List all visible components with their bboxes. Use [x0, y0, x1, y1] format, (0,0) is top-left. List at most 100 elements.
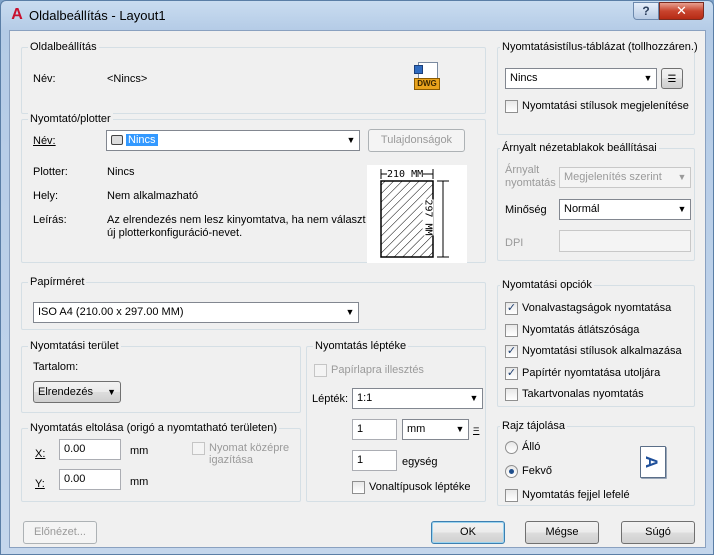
plot-option-checkbox[interactable]: Takartvonalas nyomtatás: [505, 388, 644, 401]
plot-scale-legend: Nyomtatás léptéke: [313, 340, 409, 352]
chevron-down-icon: ▼: [455, 424, 465, 434]
plot-option-label: Vonalvastagságok nyomtatása: [522, 302, 672, 314]
content-dropdown[interactable]: Elrendezés ▼: [33, 381, 121, 403]
chevron-down-icon: ▼: [643, 73, 653, 83]
radio-icon: [505, 441, 518, 454]
checkbox-icon: [352, 481, 365, 494]
content-label: Tartalom:: [33, 361, 79, 373]
ok-button[interactable]: OK: [431, 521, 505, 544]
fit-to-paper-label: Papírlapra illesztés: [331, 364, 424, 376]
plotter-value: Nincs: [107, 166, 135, 178]
plot-option-label: Nyomtatási stílusok alkalmazása: [522, 345, 682, 357]
dpi-label: DPI: [505, 237, 524, 249]
description-label: Leírás:: [33, 214, 67, 226]
plot-options-group: Nyomtatási opciók ✓ Vonalvastagságok nyom…: [497, 279, 695, 407]
landscape-radio[interactable]: Fekvő: [505, 465, 552, 478]
offset-y-input[interactable]: 0.00: [59, 469, 121, 490]
location-value: Nem alkalmazható: [107, 190, 199, 202]
location-label: Hely:: [33, 190, 59, 202]
scale-combo[interactable]: 1:1 ▼: [352, 388, 483, 409]
close-button[interactable]: ✕: [659, 2, 704, 20]
center-plot-label-line2: igazítása: [209, 454, 254, 466]
preview-width-label: 210 MM: [387, 169, 424, 180]
description-line2: új plotterkonfiguráció-nevet.: [107, 227, 243, 239]
offset-x-unit: mm: [130, 445, 149, 457]
offset-x-input[interactable]: 0.00: [59, 439, 121, 460]
checkbox-icon: [192, 442, 205, 455]
dialog-client: Oldalbeállítás Név: <Nincs> DWG Nyomtató…: [9, 30, 706, 548]
plotter-group: Nyomtató/plotter Név: Nincs ▼ Tulajdonsá…: [21, 113, 486, 263]
plotter-name-combo[interactable]: Nincs ▼: [106, 130, 360, 151]
upside-down-checkbox[interactable]: Nyomtatás fejjel lefelé: [505, 489, 630, 502]
edit-plot-style-button[interactable]: ☰: [661, 68, 683, 89]
plotter-legend: Nyomtató/plotter: [28, 113, 113, 125]
plot-offset-group: Nyomtatás eltolása (origó a nyomtatható …: [21, 422, 301, 502]
scale-lineweights-label: Vonaltípusok léptéke: [369, 481, 471, 493]
page-setup-name-value: <Nincs>: [107, 73, 148, 85]
window-title: Oldalbeállítás - Layout1: [29, 8, 166, 23]
printer-icon: [111, 135, 123, 146]
scale-lineweights-checkbox[interactable]: Vonaltípusok léptéke: [352, 481, 471, 494]
title-bar[interactable]: A Oldalbeállítás - Layout1 ? ✕: [1, 1, 713, 29]
scale-unit-value: mm: [407, 423, 426, 435]
dwg-file-icon[interactable]: DWG: [414, 62, 440, 94]
scale-unit-combo[interactable]: mm ▼: [402, 419, 469, 440]
shade-plot-combo[interactable]: Megjelenítés szerint ▼: [559, 167, 691, 188]
show-plot-styles-checkbox[interactable]: Nyomtatási stílusok megjelenítése: [505, 100, 689, 113]
checkbox-icon: [505, 100, 518, 113]
quality-label: Minőség: [505, 204, 547, 216]
paper-size-combo[interactable]: ISO A4 (210.00 x 297.00 MM) ▼: [33, 302, 359, 323]
plot-offset-legend: Nyomtatás eltolása (origó a nyomtatható …: [28, 422, 280, 434]
drawing-orientation-legend: Rajz tájolása: [500, 420, 567, 432]
preview-height-label: 297 MM: [422, 199, 434, 236]
plot-style-table-legend: Nyomtatásistílus-táblázat (tollhozzáren.…: [500, 41, 700, 53]
cancel-button[interactable]: Mégse: [525, 521, 599, 544]
scale-numerator-input[interactable]: 1: [352, 419, 397, 440]
offset-x-label: X:: [35, 448, 46, 460]
radio-selected-icon: [505, 465, 518, 478]
dpi-input[interactable]: [559, 230, 691, 252]
plot-option-checkbox[interactable]: ✓ Nyomtatási stílusok alkalmazása: [505, 345, 682, 358]
chevron-down-icon: ▼: [677, 172, 687, 182]
checkbox-icon: [505, 489, 518, 502]
paper-preview: 210 MM 297 MM: [367, 165, 467, 263]
quality-combo[interactable]: Normál ▼: [559, 199, 691, 220]
help-title-button[interactable]: ?: [633, 2, 659, 20]
plot-style-table-group: Nyomtatásistílus-táblázat (tollhozzáren.…: [497, 41, 700, 135]
page-setup-legend: Oldalbeállítás: [28, 41, 99, 53]
chevron-down-icon: ▼: [107, 387, 116, 397]
preview-button[interactable]: Előnézet...: [23, 521, 97, 544]
plot-option-checkbox[interactable]: ✓ Vonalvastagságok nyomtatása: [505, 302, 671, 315]
plot-option-label: Papírtér nyomtatása utoljára: [522, 366, 661, 379]
offset-y-label: Y:: [35, 478, 45, 490]
shaded-viewport-legend: Árnyalt nézetablakok beállításai: [500, 142, 659, 154]
landscape-label: Fekvő: [522, 465, 552, 477]
page-setup-name-label: Név:: [33, 73, 56, 85]
scale-value: 1:1: [357, 392, 373, 404]
plot-option-label: Takartvonalas nyomtatás: [522, 388, 644, 400]
properties-button[interactable]: Tulajdonságok: [368, 129, 465, 152]
plot-option-label: Nyomtatás átlátszósága: [522, 323, 640, 336]
checkbox-checked-icon: ✓: [505, 302, 518, 315]
scale-denominator-input[interactable]: 1: [352, 450, 397, 471]
fit-to-paper-checkbox[interactable]: Papírlapra illesztés: [314, 364, 424, 377]
help-button[interactable]: Súgó: [621, 521, 695, 544]
plot-style-combo[interactable]: Nincs ▼: [505, 68, 657, 89]
content-value: Elrendezés: [38, 386, 94, 398]
plotter-label: Plotter:: [33, 166, 68, 178]
plot-area-legend: Nyomtatási terület: [28, 340, 121, 352]
units-label: egység: [402, 456, 438, 468]
edit-table-icon: ☰: [667, 74, 677, 85]
plot-option-checkbox[interactable]: Nyomtatás átlátszósága: [505, 323, 640, 337]
portrait-radio[interactable]: Álló: [505, 441, 540, 454]
plot-area-group: Nyomtatási terület Tartalom: Elrendezés …: [21, 340, 301, 413]
shade-plot-label-line2: nyomtatás: [505, 177, 556, 189]
chevron-down-icon: ▼: [677, 204, 687, 214]
checkbox-icon: [505, 388, 518, 401]
chevron-down-icon: ▼: [346, 135, 356, 145]
center-plot-label-line1: Nyomat középre: [209, 442, 290, 454]
portrait-label: Álló: [522, 441, 541, 453]
shade-plot-label-line1: Árnyalt: [505, 164, 540, 176]
paper-size-value: ISO A4 (210.00 x 297.00 MM): [38, 306, 184, 318]
plot-option-checkbox[interactable]: ✓ Papírtér nyomtatása utoljára: [505, 366, 661, 380]
